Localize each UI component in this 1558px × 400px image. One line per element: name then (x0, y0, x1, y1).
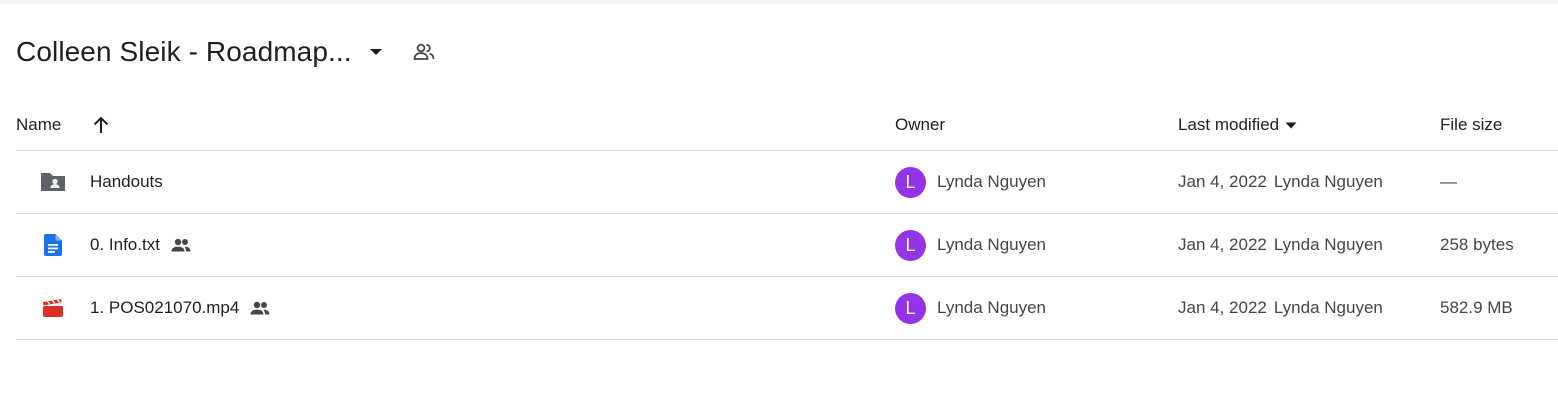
caret-down-icon[interactable] (364, 40, 388, 64)
column-file-size-label: File size (1440, 115, 1503, 134)
top-strip (0, 0, 1558, 4)
file-size: 258 bytes (1440, 235, 1514, 254)
file-size: — (1440, 172, 1457, 191)
file-name-cell[interactable]: Handouts (90, 151, 163, 213)
modified-by: Lynda Nguyen (1273, 172, 1383, 191)
file-name-cell[interactable]: 1. POS021070.mp4 (90, 277, 271, 339)
owner-name: Lynda Nguyen (937, 298, 1047, 317)
owner-name: Lynda Nguyen (937, 235, 1047, 254)
column-header-row: Name Owner Last modified File size (16, 100, 1558, 151)
shared-people-icon (170, 234, 192, 256)
file-name[interactable]: Handouts (90, 172, 163, 192)
column-name[interactable]: Name (16, 100, 113, 150)
arrow-up-icon[interactable] (89, 113, 113, 137)
column-last-modified-label: Last modified (1178, 115, 1280, 134)
shared-people-icon (249, 297, 271, 319)
file-list: Name Owner Last modified File size Hando… (16, 100, 1558, 340)
file-name[interactable]: 0. Info.txt (90, 235, 160, 255)
table-row[interactable]: 1. POS021070.mp4 L Lynda Nguyen Jan 4, 2… (16, 277, 1558, 340)
column-owner[interactable]: Owner (895, 100, 945, 150)
owner-cell: L Lynda Nguyen (895, 151, 1046, 213)
modified-by: Lynda Nguyen (1273, 298, 1383, 317)
file-name[interactable]: 1. POS021070.mp4 (90, 298, 239, 318)
modified-date: Jan 4, 2022 (1178, 172, 1267, 191)
file-size-cell: — (1440, 151, 1457, 213)
modified-date: Jan 4, 2022 (1178, 235, 1267, 254)
avatar: L (895, 292, 926, 324)
people-icon[interactable] (412, 40, 436, 64)
file-size: 582.9 MB (1440, 298, 1513, 317)
last-modified-cell: Jan 4, 2022 Lynda Nguyen (1178, 277, 1383, 339)
file-size-cell: 582.9 MB (1440, 277, 1513, 339)
last-modified-cell: Jan 4, 2022 Lynda Nguyen (1178, 214, 1383, 276)
column-file-size[interactable]: File size (1440, 100, 1502, 150)
column-last-modified[interactable]: Last modified (1178, 100, 1299, 150)
last-modified-cell: Jan 4, 2022 Lynda Nguyen (1178, 151, 1383, 213)
table-row[interactable]: 0. Info.txt L Lynda Nguyen Jan 4, 2022 L… (16, 214, 1558, 277)
file-size-cell: 258 bytes (1440, 214, 1514, 276)
column-name-label: Name (16, 115, 62, 134)
column-owner-label: Owner (895, 115, 946, 134)
avatar: L (895, 166, 926, 198)
video-icon (38, 293, 68, 323)
file-name-cell[interactable]: 0. Info.txt (90, 214, 192, 276)
table-row[interactable]: Handouts L Lynda Nguyen Jan 4, 2022 Lynd… (16, 151, 1558, 214)
caret-down-icon (1283, 117, 1299, 133)
owner-cell: L Lynda Nguyen (895, 214, 1046, 276)
document-icon (38, 230, 68, 260)
shared-folder-icon (38, 167, 68, 197)
modified-by: Lynda Nguyen (1273, 235, 1383, 254)
avatar: L (895, 229, 926, 261)
owner-name: Lynda Nguyen (937, 172, 1047, 191)
modified-date: Jan 4, 2022 (1178, 298, 1267, 317)
folder-title[interactable]: Colleen Sleik - Roadmap... (16, 36, 352, 68)
folder-header: Colleen Sleik - Roadmap... (16, 32, 436, 72)
owner-cell: L Lynda Nguyen (895, 277, 1046, 339)
